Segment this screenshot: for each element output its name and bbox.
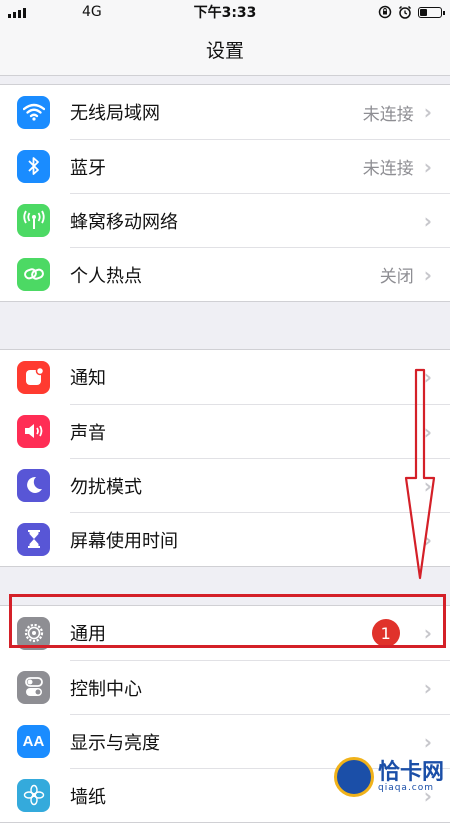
settings-row-value: 未连接 <box>362 104 414 125</box>
notifications-icon <box>17 360 50 394</box>
chevron-right-icon: › <box>423 154 432 179</box>
chevron-right-icon: › <box>423 675 432 700</box>
text-size-icon: AA <box>17 724 50 758</box>
gear-icon <box>17 616 50 650</box>
settings-row-label: 屏幕使用时间 <box>70 530 178 552</box>
settings-row-hotspot[interactable]: 个人热点 关闭 › <box>0 247 450 301</box>
chevron-right-icon: › <box>423 419 432 444</box>
settings-row-wifi[interactable]: 无线局域网 未连接 › <box>0 85 450 139</box>
chevron-right-icon: › <box>423 208 432 233</box>
status-right <box>378 5 445 19</box>
status-left: 4G <box>8 4 102 20</box>
alarm-icon <box>398 5 412 19</box>
nav-bar: 设置 <box>0 24 450 76</box>
settings-row-general[interactable]: 通用 1 › <box>0 606 450 660</box>
chevron-right-icon: › <box>423 100 432 124</box>
speaker-icon <box>17 414 50 448</box>
wifi-icon <box>17 95 50 129</box>
signal-icon <box>8 6 26 18</box>
chevron-right-icon: › <box>423 473 432 498</box>
battery-icon <box>418 6 445 18</box>
settings-row-do-not-disturb[interactable]: 勿扰模式 › <box>0 458 450 512</box>
settings-row-notifications[interactable]: 通知 › <box>0 350 450 404</box>
settings-row-label: 蓝牙 <box>70 157 106 179</box>
page-title: 设置 <box>205 40 244 62</box>
chevron-right-icon: › <box>423 527 432 552</box>
status-bar: 4G 下午3:33 <box>0 0 450 24</box>
chevron-right-icon: › <box>423 621 432 645</box>
network-type: 4G <box>82 4 102 20</box>
settings-row-label: 声音 <box>70 422 106 444</box>
settings-group-alerts: 通知 › 声音 › 勿扰模式 › 屏幕使用时间 › <box>0 349 450 567</box>
antenna-icon <box>17 203 50 237</box>
settings-row-label: 无线局域网 <box>70 103 160 124</box>
settings-row-label: 显示与亮度 <box>70 732 160 754</box>
settings-row-label: 控制中心 <box>70 678 142 700</box>
hotspot-icon <box>17 257 50 291</box>
chevron-right-icon: › <box>423 729 432 754</box>
settings-row-control-center[interactable]: 控制中心 › <box>0 660 450 714</box>
settings-row-sounds[interactable]: 声音 › <box>0 404 450 458</box>
settings-row-bluetooth[interactable]: 蓝牙 未连接 › <box>0 139 450 193</box>
flower-icon <box>17 778 50 812</box>
watermark-text: 恰卡网 <box>377 759 444 785</box>
settings-row-label: 通用 <box>70 624 106 645</box>
bluetooth-icon <box>17 149 50 183</box>
settings-row-value: 未连接 <box>362 159 414 179</box>
settings-row-label: 墙纸 <box>70 786 106 808</box>
chevron-right-icon: › <box>423 262 432 287</box>
settings-row-label: 蜂窝移动网络 <box>70 211 178 233</box>
hourglass-icon <box>17 522 50 556</box>
update-badge: 1 <box>371 619 400 647</box>
settings-row-cellular[interactable]: 蜂窝移动网络 › <box>0 193 450 247</box>
watermark-logo <box>333 757 374 797</box>
settings-row-label: 通知 <box>70 368 106 389</box>
settings-row-value: 关闭 <box>379 267 414 287</box>
settings-row-label: 勿扰模式 <box>70 476 142 498</box>
settings-row-label: 个人热点 <box>70 265 142 287</box>
toggles-icon <box>17 670 50 704</box>
settings-row-screen-time[interactable]: 屏幕使用时间 › <box>0 512 450 566</box>
settings-group-connectivity: 无线局域网 未连接 › 蓝牙 未连接 › 蜂窝移动网络 › 个人热点 关闭 › <box>0 84 450 302</box>
moon-icon <box>17 468 50 502</box>
chevron-right-icon: › <box>423 365 432 389</box>
watermark: 恰卡网 qiaqa.com <box>333 757 444 797</box>
watermark-url: qiaqa.com <box>377 782 435 793</box>
orientation-lock-icon <box>378 5 392 19</box>
